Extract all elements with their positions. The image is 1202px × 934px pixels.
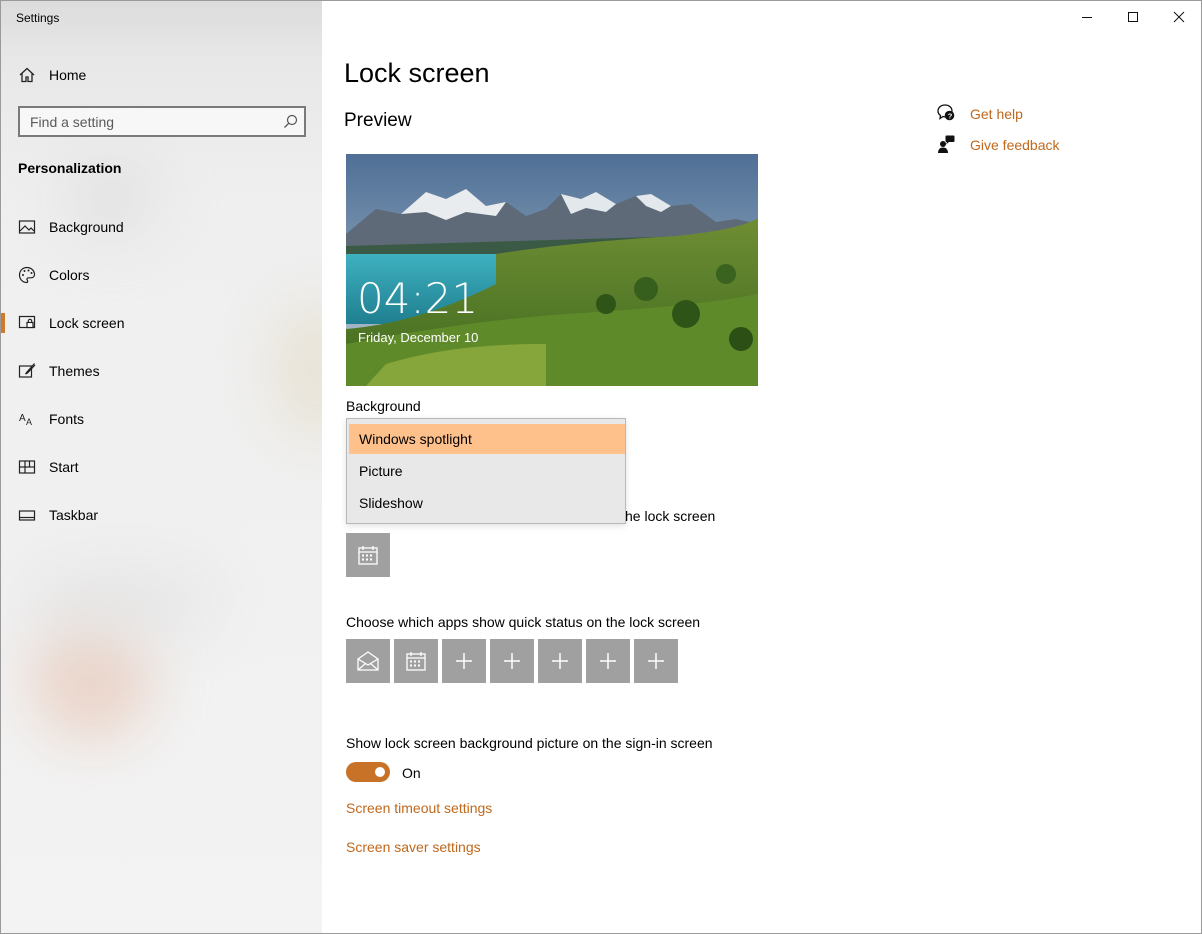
search-icon[interactable] xyxy=(283,114,298,129)
settings-window: Settings Home Personalization Background xyxy=(0,0,1202,934)
svg-text:A: A xyxy=(19,413,26,424)
background-dropdown-list[interactable]: Windows spotlight Picture Slideshow xyxy=(346,418,626,524)
sidebar-item-label: Lock screen xyxy=(49,315,125,331)
palette-icon xyxy=(18,266,36,284)
preview-date: Friday, December 10 xyxy=(358,330,479,345)
themes-icon xyxy=(18,363,36,378)
sidebar-item-start[interactable]: Start xyxy=(1,447,322,487)
home-label: Home xyxy=(49,67,87,83)
taskbar-icon xyxy=(18,510,36,521)
get-help-icon: ? xyxy=(937,104,955,121)
calendar-icon xyxy=(406,652,426,671)
background-label: Background xyxy=(346,398,421,414)
sidebar-item-themes[interactable]: Themes xyxy=(1,351,322,391)
home-button[interactable]: Home xyxy=(1,59,322,91)
dropdown-option-picture[interactable]: Picture xyxy=(349,456,625,486)
screen-timeout-settings-link[interactable]: Screen timeout settings xyxy=(346,800,492,816)
sidebar-item-label: Taskbar xyxy=(49,507,99,523)
signin-background-toggle[interactable] xyxy=(346,762,390,782)
give-feedback-icon xyxy=(938,135,955,153)
close-icon xyxy=(1173,11,1185,23)
sidebar-item-label: Fonts xyxy=(49,411,85,427)
quick-status-add-button[interactable] xyxy=(634,639,678,683)
toggle-state-label: On xyxy=(402,765,421,781)
sidebar-item-label: Start xyxy=(49,459,79,475)
dropdown-option-slideshow[interactable]: Slideshow xyxy=(349,488,625,518)
quick-status-add-button[interactable] xyxy=(442,639,486,683)
picture-icon xyxy=(18,220,36,234)
close-button[interactable] xyxy=(1156,1,1201,33)
dropdown-option-windows-spotlight[interactable]: Windows spotlight xyxy=(349,424,625,454)
home-icon xyxy=(19,67,35,83)
preview-time: 04:21 xyxy=(357,274,479,323)
plus-icon xyxy=(648,653,664,669)
get-help-label: Get help xyxy=(970,106,1023,122)
sidebar-item-background[interactable]: Background xyxy=(1,207,322,247)
preview-landscape-image xyxy=(346,154,758,386)
maximize-icon xyxy=(1128,12,1138,22)
give-feedback-label: Give feedback xyxy=(970,137,1060,153)
svg-text:A: A xyxy=(26,417,32,427)
sidebar-item-label: Colors xyxy=(49,267,90,283)
plus-icon xyxy=(456,653,472,669)
sidebar-item-taskbar[interactable]: Taskbar xyxy=(1,495,322,535)
fonts-icon: A A xyxy=(19,413,32,427)
quick-status-add-button[interactable] xyxy=(490,639,534,683)
svg-text:?: ? xyxy=(948,111,953,120)
quick-status-add-button[interactable] xyxy=(586,639,630,683)
detailed-status-app-button[interactable] xyxy=(346,533,390,577)
section-title: Personalization xyxy=(18,160,122,176)
preview-title: Preview xyxy=(344,110,412,131)
quick-status-label: Choose which apps show quick status on t… xyxy=(346,614,701,630)
plus-icon xyxy=(600,653,616,669)
detailed-status-label: he lock screen xyxy=(625,508,716,524)
sidebar-item-label: Themes xyxy=(49,363,100,379)
plus-icon xyxy=(552,653,568,669)
search-input[interactable] xyxy=(20,113,270,130)
calendar-icon xyxy=(358,546,378,565)
quick-status-add-button[interactable] xyxy=(538,639,582,683)
sidebar: Settings Home Personalization Background xyxy=(1,1,322,933)
plus-icon xyxy=(504,653,520,669)
signin-background-label: Show lock screen background picture on t… xyxy=(346,735,713,751)
toggle-knob xyxy=(375,767,385,777)
quick-status-calendar-button[interactable] xyxy=(394,639,438,683)
quick-status-mail-button[interactable] xyxy=(346,639,390,683)
lock-screen-preview: 04:21 Friday, December 10 xyxy=(346,154,758,386)
sidebar-acrylic-blob xyxy=(21,561,221,641)
sidebar-item-lock-screen[interactable]: Lock screen xyxy=(1,303,322,343)
start-icon xyxy=(18,460,36,474)
window-title: Settings xyxy=(16,11,60,25)
lock-screen-icon xyxy=(18,315,36,329)
screen-saver-settings-link[interactable]: Screen saver settings xyxy=(346,839,481,855)
search-box[interactable] xyxy=(18,106,306,137)
mail-icon xyxy=(357,651,379,671)
minimize-icon xyxy=(1082,17,1092,18)
sidebar-item-label: Background xyxy=(49,219,124,235)
sidebar-item-colors[interactable]: Colors xyxy=(1,255,322,295)
sidebar-item-fonts[interactable]: A A Fonts xyxy=(1,399,322,439)
maximize-button[interactable] xyxy=(1110,1,1156,33)
selected-indicator xyxy=(1,313,5,333)
page-title: Lock screen xyxy=(344,58,490,88)
minimize-button[interactable] xyxy=(1064,1,1110,33)
